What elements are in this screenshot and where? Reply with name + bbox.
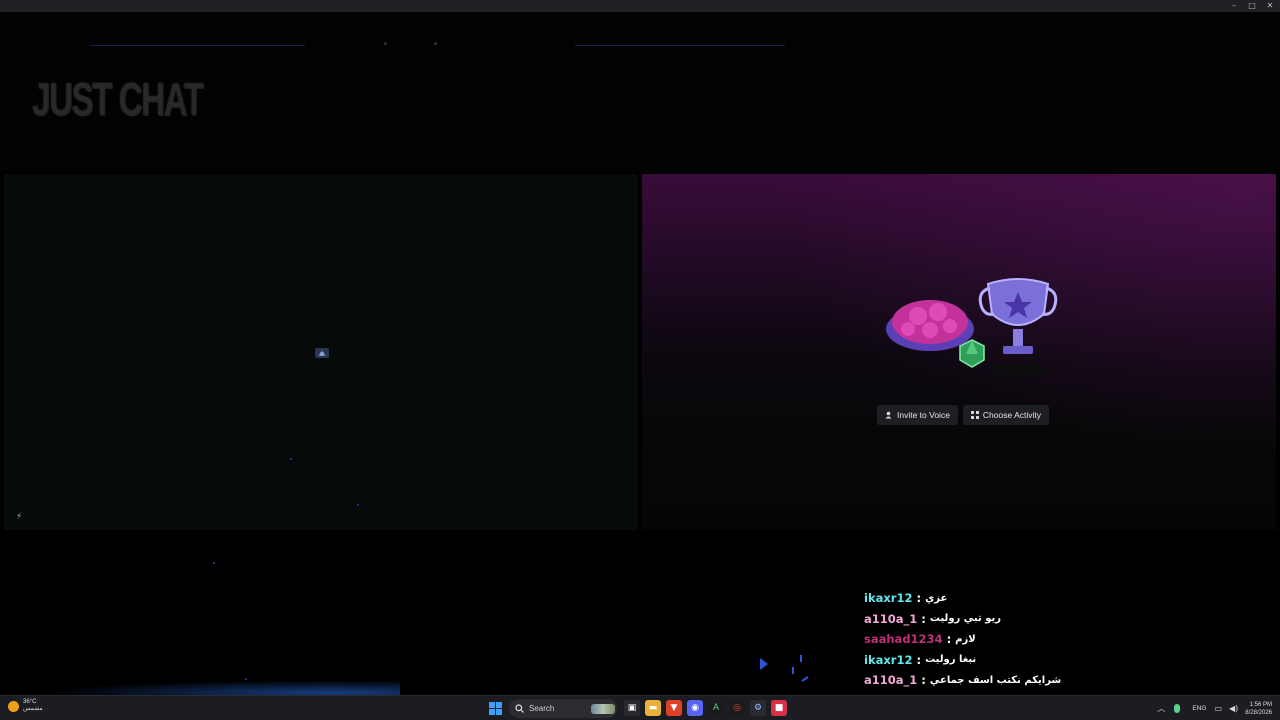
video-tile-left[interactable]: ⚡ [4, 174, 638, 530]
stream-overlay-footer: ikaxr12 : عزي a110a_1 : ريو تبي روليت sa… [0, 458, 1280, 698]
chevron-up-icon[interactable]: ︿ [1157, 703, 1165, 714]
overlay-dot [434, 42, 437, 45]
chat-username: ikaxr12 [864, 652, 913, 667]
sun-icon [8, 700, 19, 712]
microphone-icon[interactable] [1174, 704, 1181, 713]
taskbar-clock[interactable]: 1:56 PM 8/28/2026 [1245, 701, 1272, 717]
start-button[interactable] [489, 702, 502, 715]
obs-recording-icon[interactable]: ◎ [729, 700, 745, 716]
chat-text: ريو تبي روليت [929, 613, 1001, 625]
trophy-illustration-icon [886, 278, 1058, 377]
volume-icon[interactable]: ◀) [1229, 704, 1238, 713]
overlay-dot [384, 42, 387, 45]
file-explorer-icon[interactable]: ▬ [645, 700, 661, 716]
document-app-icon[interactable]: ■ [771, 700, 787, 716]
clock-time: 1:56 PM [1249, 701, 1272, 708]
search-label: Search [529, 704, 555, 713]
overlay-particle [290, 458, 292, 460]
windows-logo-icon [489, 709, 495, 715]
overlay-logo: JUST CHAT [32, 73, 204, 125]
weather-temperature: 36°C [23, 699, 37, 705]
taskbar: 36°C مشمس Search ▣ ▬ ▼ ◉ A ◎ ⚙ ■ ︿ ENG ▭… [0, 695, 1280, 720]
chat-text: نبغا روليت [925, 654, 977, 666]
search-highlight-image [591, 703, 615, 714]
taskbar-apps: ▣ ▬ ▼ ◉ A ◎ ⚙ ■ [624, 700, 787, 716]
overlay-divider-left [90, 45, 305, 46]
chat-separator: : [921, 673, 926, 688]
invite-to-voice-button[interactable]: Invite to Voice [877, 405, 958, 425]
network-icon[interactable]: ▭ [1214, 704, 1222, 713]
weather-widget[interactable]: 36°C مشمس [8, 699, 43, 713]
window-titlebar: – □ ✕ [0, 0, 1280, 12]
overlay-decoration-icon [792, 655, 809, 682]
chat-separator: : [921, 611, 926, 626]
overlay-divider-right [575, 45, 785, 46]
chat-separator: : [946, 632, 952, 647]
stream-overlay-header: JUST CHAT [0, 12, 1280, 172]
chat-message: ikaxr12 : عزي [864, 588, 1061, 609]
close-icon[interactable]: ✕ [1266, 2, 1274, 10]
clock-date: 8/28/2026 [1245, 709, 1272, 716]
chat-separator: : [916, 591, 922, 606]
chat-text: شرايكم نكتب اسف جماعي [929, 674, 1062, 686]
chat-text: لازم [955, 633, 976, 645]
overlay-particle [213, 562, 215, 564]
play-arrow-icon [760, 658, 768, 670]
choose-activity-button[interactable]: Choose Activity [962, 405, 1050, 425]
maximize-icon[interactable]: □ [1248, 2, 1256, 10]
choose-activity-label: Choose Activity [982, 410, 1042, 420]
windows-logo-icon [496, 709, 502, 715]
weather-description: مشمس [23, 706, 43, 712]
brave-browser-icon[interactable]: ▼ [666, 700, 682, 716]
settings-gear-icon[interactable]: ⚙ [750, 700, 766, 716]
voice-actions: Invite to Voice Choose Activity [877, 405, 1050, 425]
input-language[interactable]: ENG [1192, 705, 1206, 712]
chat-text: عزي [925, 592, 948, 604]
chat-username: saahad1234 [864, 632, 943, 647]
invite-to-voice-label: Invite to Voice [897, 410, 950, 420]
overlay-particle [357, 504, 359, 506]
taskbar-search[interactable]: Search [509, 699, 617, 718]
windows-logo-icon [496, 702, 502, 708]
search-icon [515, 704, 524, 713]
muted-microphone-icon[interactable]: ⚡ [16, 512, 26, 522]
app-a-icon[interactable]: A [708, 700, 724, 716]
chat-username: a110a_1 [864, 611, 918, 626]
minimize-icon[interactable]: – [1230, 2, 1238, 10]
windows-logo-icon [489, 702, 495, 708]
activity-grid-icon [970, 411, 979, 419]
loading-avatar-icon [315, 348, 329, 358]
chat-message: ikaxr12 : نبغا روليت [864, 650, 1061, 671]
task-view-icon[interactable]: ▣ [624, 700, 640, 716]
discord-icon[interactable]: ◉ [687, 700, 703, 716]
chat-separator: : [916, 652, 922, 667]
chat-message: a110a_1 : شرايكم نكتب اسف جماعي [864, 670, 1061, 691]
system-tray: ︿ ENG ▭ ◀) 1:56 PM 8/28/2026 [1157, 696, 1280, 720]
chat-overlay: ikaxr12 : عزي a110a_1 : ريو تبي روليت sa… [864, 588, 1061, 691]
chat-username: ikaxr12 [864, 591, 913, 606]
window-controls: – □ ✕ [1230, 0, 1274, 12]
chat-username: a110a_1 [864, 673, 918, 688]
add-user-icon [885, 411, 892, 419]
chat-message: a110a_1 : ريو تبي روليت [864, 609, 1061, 630]
chat-message: saahad1234 : لازم [864, 629, 1061, 650]
voice-activity-tile: Invite to Voice Choose Activity [642, 174, 1276, 530]
